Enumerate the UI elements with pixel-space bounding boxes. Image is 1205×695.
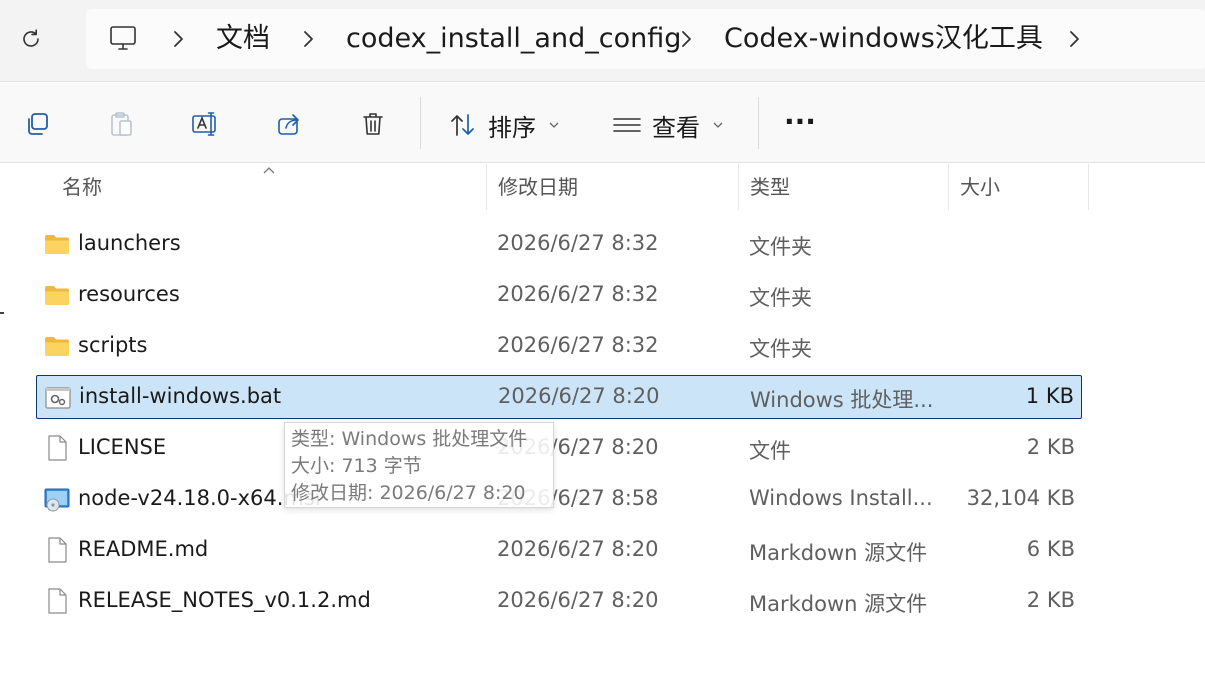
- this-pc-icon[interactable]: [108, 23, 138, 53]
- file-row-selected[interactable]: install-windows.bat 2026/6/27 8:20 Windo…: [36, 375, 1082, 419]
- file-type: 文件夹: [749, 286, 812, 310]
- file-name: LICENSE: [78, 435, 167, 459]
- file-name: RELEASE_NOTES_v0.1.2.md: [78, 588, 371, 612]
- file-type: Windows Install...: [749, 486, 933, 510]
- breadcrumb-item-current-folder[interactable]: Codex-windows汉化工具: [724, 22, 1043, 56]
- rename-icon: [192, 112, 216, 136]
- file-icon: [48, 588, 67, 614]
- breadcrumb[interactable]: 文档 codex_install_and_config Codex-window…: [86, 9, 1205, 69]
- toolbar-divider: [420, 97, 421, 149]
- share-button[interactable]: [272, 107, 306, 141]
- file-date: 2026/6/27 8:32: [497, 282, 659, 306]
- installer-icon: [44, 488, 70, 512]
- file-date: 2026/6/27 8:20: [498, 384, 660, 408]
- file-date: 2026/6/27 8:20: [497, 588, 659, 612]
- chevron-right-icon[interactable]: [170, 29, 186, 49]
- file-name: resources: [78, 282, 180, 306]
- file-row[interactable]: RELEASE_NOTES_v0.1.2.md 2026/6/27 8:20 M…: [36, 579, 1082, 623]
- chevron-down-icon: [549, 122, 559, 128]
- more-options-button[interactable]: ···: [784, 103, 816, 139]
- breadcrumb-item-codex-install[interactable]: codex_install_and_config: [346, 22, 681, 56]
- breadcrumb-item-documents[interactable]: 文档: [216, 22, 270, 56]
- view-label: 查看: [652, 113, 700, 142]
- file-date: 2026/6/27 8:32: [497, 333, 659, 357]
- copy-icon: [28, 113, 48, 135]
- file-name: install-windows.bat: [79, 384, 282, 408]
- file-icon: [48, 537, 67, 563]
- toolbar-divider: [758, 97, 759, 149]
- file-size: 6 KB: [1026, 537, 1075, 561]
- file-size: 2 KB: [1026, 435, 1075, 459]
- file-name: launchers: [78, 231, 181, 255]
- column-header-date[interactable]: 修改日期: [486, 164, 739, 210]
- folder-icon: [45, 235, 69, 254]
- sort-menu-button[interactable]: 排序: [448, 107, 560, 143]
- file-size: 2 KB: [1026, 588, 1075, 612]
- file-row[interactable]: LICENSE 2026/6/27 8:20 文件 2 KB: [36, 426, 1082, 470]
- file-name: README.md: [78, 537, 209, 561]
- view-menu-button[interactable]: 查看: [612, 107, 724, 143]
- file-type: 文件夹: [749, 235, 812, 259]
- sort-label: 排序: [488, 113, 536, 142]
- column-header-size[interactable]: 大小: [948, 164, 1089, 210]
- file-type: Markdown 源文件: [749, 541, 928, 565]
- view-icon: [613, 118, 641, 132]
- column-header-type[interactable]: 类型: [738, 164, 949, 210]
- address-bar-row: 文档 codex_install_and_config Codex-window…: [0, 0, 1205, 82]
- chevron-right-icon[interactable]: [678, 29, 694, 49]
- file-row[interactable]: resources 2026/6/27 8:32 文件夹: [36, 273, 1082, 317]
- sort-icon: [451, 114, 474, 136]
- file-type: 文件: [749, 439, 791, 463]
- file-row[interactable]: node-v24.18.0-x64.msi 2026/6/27 8:58 Win…: [36, 477, 1082, 521]
- file-type: Markdown 源文件: [749, 592, 928, 616]
- folder-icon: [45, 286, 69, 305]
- share-icon: [278, 114, 299, 135]
- batch-file-icon: [45, 387, 71, 409]
- refresh-button[interactable]: [14, 22, 48, 56]
- refresh-icon: [23, 29, 39, 47]
- tooltip-date: 修改日期: 2026/6/27 8:20: [291, 482, 526, 504]
- file-size: 32,104 KB: [966, 486, 1075, 510]
- sort-ascending-icon: [262, 164, 276, 178]
- paste-button[interactable]: [104, 107, 138, 141]
- trash-icon: [363, 113, 383, 135]
- file-name: scripts: [78, 333, 148, 357]
- file-info-tooltip: 类型: Windows 批处理文件 大小: 713 字节 修改日期: 2026/…: [284, 422, 554, 508]
- window-edge-mark: [0, 312, 4, 314]
- chevron-right-icon[interactable]: [300, 29, 316, 49]
- tooltip-size: 大小: 713 字节: [291, 455, 422, 477]
- file-row[interactable]: scripts 2026/6/27 8:32 文件夹: [36, 324, 1082, 368]
- file-row[interactable]: launchers 2026/6/27 8:32 文件夹: [36, 222, 1082, 266]
- rename-button[interactable]: [188, 107, 222, 141]
- folder-icon: [45, 337, 69, 356]
- file-icon: [48, 435, 67, 461]
- paste-icon: [111, 112, 132, 136]
- delete-button[interactable]: [356, 107, 390, 141]
- command-bar: 排序 查看 ···: [0, 83, 1205, 163]
- copy-button[interactable]: [20, 107, 54, 141]
- more-options-icon: ···: [784, 104, 816, 138]
- file-date: 2026/6/27 8:32: [497, 231, 659, 255]
- file-type: 文件夹: [749, 337, 812, 361]
- file-type: Windows 批处理...: [750, 388, 934, 412]
- chevron-right-icon[interactable]: [1066, 29, 1082, 49]
- file-row[interactable]: README.md 2026/6/27 8:20 Markdown 源文件 6 …: [36, 528, 1082, 572]
- file-date: 2026/6/27 8:20: [497, 537, 659, 561]
- file-size: 1 KB: [1025, 384, 1074, 408]
- chevron-down-icon: [713, 122, 723, 128]
- tooltip-type: 类型: Windows 批处理文件: [291, 428, 528, 450]
